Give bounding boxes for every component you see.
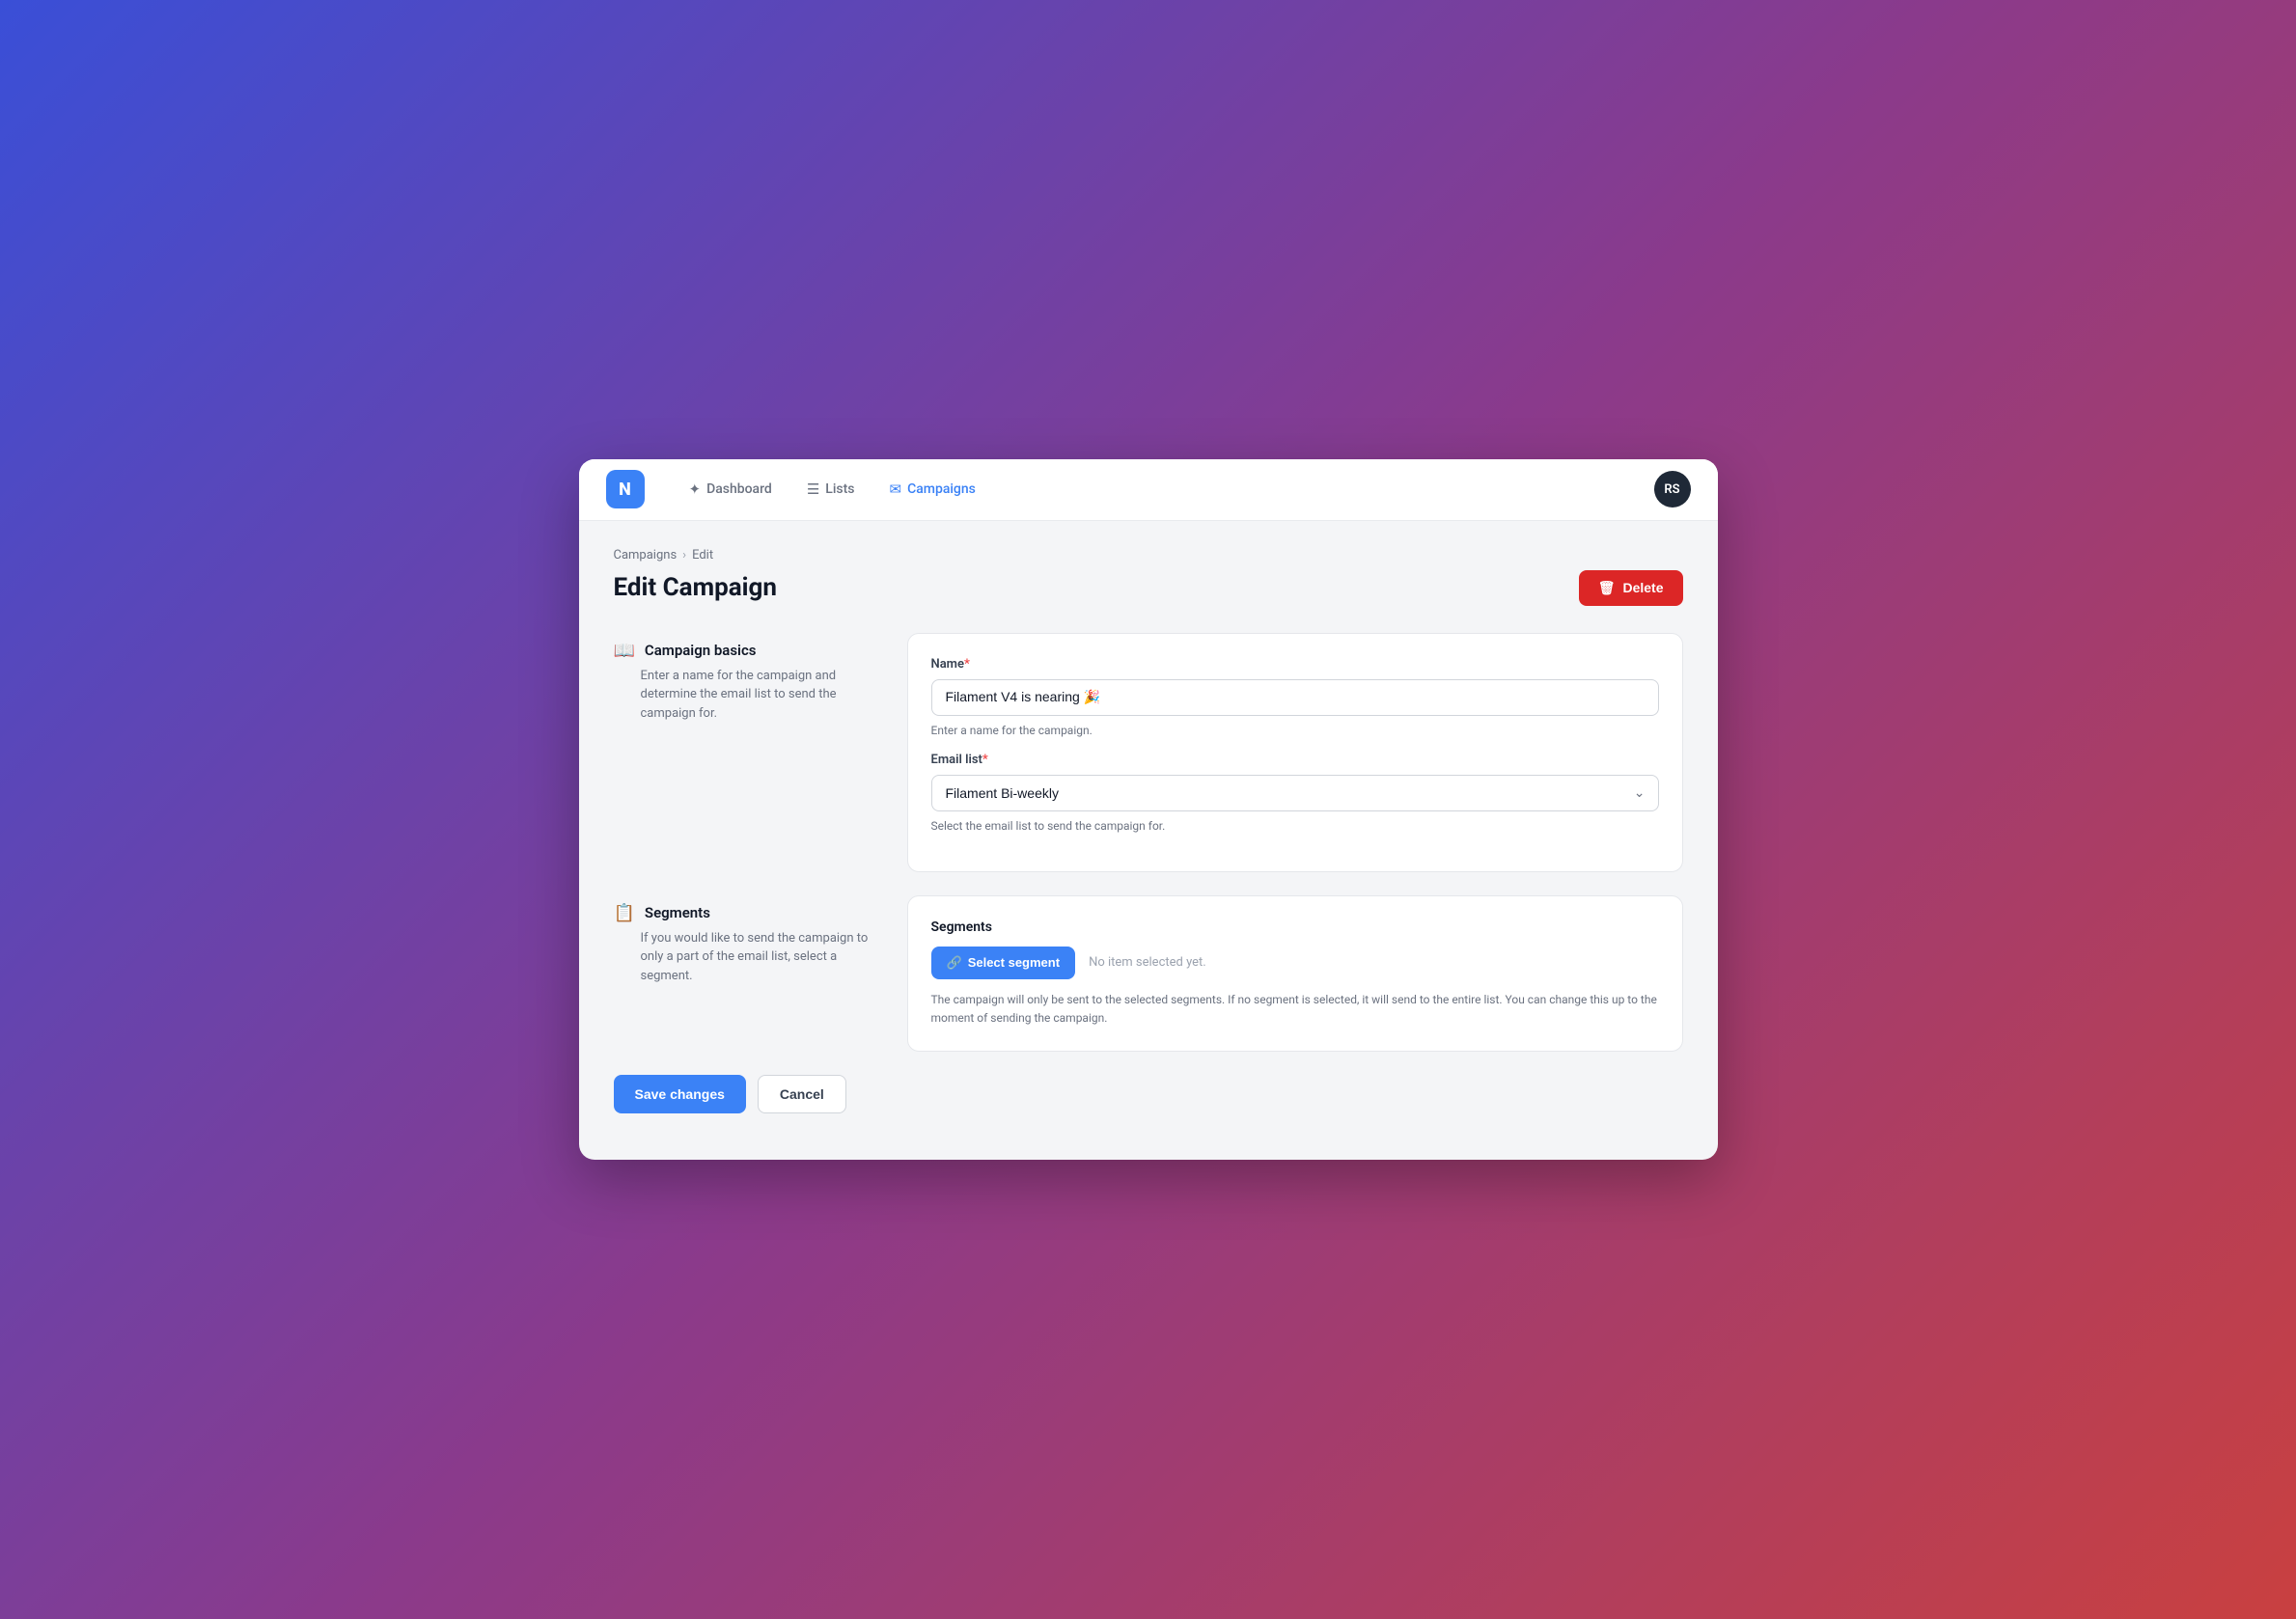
dashboard-icon: ✦ [689,480,702,498]
segment-hint: The campaign will only be sent to the se… [931,991,1659,1028]
book-icon: 📖 [614,641,635,661]
campaign-name-input[interactable] [931,679,1659,716]
app-window: N ✦ Dashboard ☰ Lists ✉ Campaigns RS Cam… [579,459,1718,1160]
campaign-basics-label: 📖 Campaign basics Enter a name for the c… [614,633,884,872]
email-list-field-label: Email list* [931,753,1659,767]
name-hint: Enter a name for the campaign. [931,724,1659,737]
campaign-basics-title: 📖 Campaign basics [614,641,884,661]
segments-card-title: Segments [931,919,1659,935]
campaign-basics-section: 📖 Campaign basics Enter a name for the c… [614,633,1683,872]
nav-links: ✦ Dashboard ☰ Lists ✉ Campaigns [676,473,1623,506]
lists-icon: ☰ [807,480,819,498]
campaigns-icon: ✉ [889,480,901,498]
breadcrumb: Campaigns › Edit [614,548,1683,563]
page-header: Edit Campaign 🗑 Delete [614,570,1683,606]
breadcrumb-current: Edit [692,548,713,563]
cancel-button[interactable]: Cancel [758,1075,846,1113]
no-item-selected-text: No item selected yet. [1089,955,1206,970]
email-list-select-wrap: Filament Bi-weekly ⌄ [931,775,1659,811]
nav-dashboard[interactable]: ✦ Dashboard [676,473,786,506]
main-content: Campaigns › Edit Edit Campaign 🗑 Delete … [579,521,1718,1160]
email-list-required-indicator: * [982,753,988,767]
segments-card: Segments 🔗 Select segment No item select… [907,895,1683,1052]
nav-lists[interactable]: ☰ Lists [793,473,869,506]
campaign-basics-card: Name* Enter a name for the campaign. Ema… [907,633,1683,872]
link-icon: 🔗 [947,955,962,971]
segments-title: 📋 Segments [614,903,884,923]
nav-campaigns[interactable]: ✉ Campaigns [875,473,988,506]
trash-icon: 🗑 [1598,580,1616,596]
brand-logo[interactable]: N [606,470,645,508]
email-list-hint: Select the email list to send the campai… [931,819,1659,833]
breadcrumb-separator: › [682,548,686,563]
segments-desc: If you would like to send the campaign t… [614,929,884,986]
page-title: Edit Campaign [614,573,777,602]
navbar: N ✦ Dashboard ☰ Lists ✉ Campaigns RS [579,459,1718,521]
email-list-select[interactable]: Filament Bi-weekly [931,775,1659,811]
delete-button[interactable]: 🗑 Delete [1579,570,1683,606]
save-changes-button[interactable]: Save changes [614,1075,746,1113]
footer-actions: Save changes Cancel [614,1075,1683,1113]
segment-row: 🔗 Select segment No item selected yet. [931,947,1659,979]
name-field-label: Name* [931,657,1659,672]
name-required-indicator: * [964,657,970,672]
segments-icon: 📋 [614,903,635,923]
segments-label: 📋 Segments If you would like to send the… [614,895,884,1052]
breadcrumb-campaigns[interactable]: Campaigns [614,548,678,563]
select-segment-button[interactable]: 🔗 Select segment [931,947,1076,979]
campaign-basics-desc: Enter a name for the campaign and determ… [614,667,884,724]
segments-section: 📋 Segments If you would like to send the… [614,895,1683,1052]
user-avatar[interactable]: RS [1654,471,1691,508]
